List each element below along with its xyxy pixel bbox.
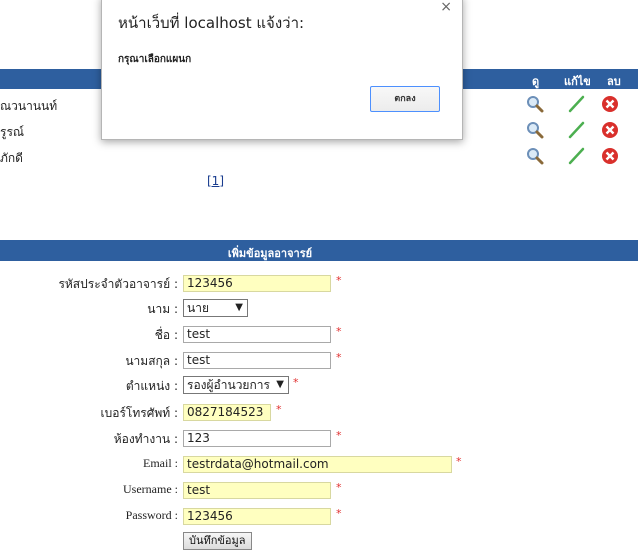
column-delete: ลบ bbox=[607, 75, 621, 88]
pagination-link[interactable]: [1] bbox=[207, 174, 224, 188]
teacher-id-input[interactable]: 123456 bbox=[183, 275, 331, 292]
username-label: Username : bbox=[123, 482, 178, 496]
close-icon[interactable]: × bbox=[440, 0, 452, 15]
required-mark: * bbox=[336, 507, 342, 520]
required-mark: * bbox=[336, 429, 342, 442]
prefix-select[interactable]: นาย ▼ bbox=[183, 299, 248, 317]
required-mark: * bbox=[293, 376, 299, 389]
table-row: ภักดี bbox=[0, 143, 638, 169]
password-label: Password : bbox=[125, 508, 178, 522]
phone-input[interactable]: 0827184523 bbox=[183, 404, 271, 421]
delete-x-icon[interactable] bbox=[601, 95, 619, 113]
last-name-label: นามสกุล : bbox=[125, 354, 178, 368]
magnifier-icon[interactable] bbox=[526, 95, 544, 113]
email-label: Email : bbox=[143, 456, 178, 470]
delete-x-icon[interactable] bbox=[601, 147, 619, 165]
password-input[interactable]: 123456 bbox=[183, 508, 331, 525]
room-label: ห้องทำงาน : bbox=[113, 432, 178, 446]
dropdown-arrow-icon: ▼ bbox=[276, 379, 284, 390]
ok-button[interactable]: ตกลง bbox=[370, 86, 440, 112]
form-title: เพิ่มข้อมูลอาจารย์ bbox=[227, 247, 313, 260]
row-name: ณวนานนท์ bbox=[0, 99, 58, 113]
first-name-label: ชื่อ : bbox=[154, 328, 178, 342]
teacher-id-label: รหัสประจำตัวอาจารย์ : bbox=[58, 277, 178, 291]
required-mark: * bbox=[336, 325, 342, 338]
form-header-bar: เพิ่มข้อมูลอาจารย์ bbox=[0, 240, 638, 261]
room-input[interactable]: 123 bbox=[183, 430, 331, 447]
pencil-icon[interactable] bbox=[567, 121, 585, 139]
required-mark: * bbox=[336, 481, 342, 494]
dialog-message: กรุณาเลือกแผนก bbox=[118, 54, 192, 65]
required-mark: * bbox=[336, 351, 342, 364]
magnifier-icon[interactable] bbox=[526, 121, 544, 139]
required-mark: * bbox=[456, 455, 462, 468]
column-edit: แก้ไข bbox=[564, 75, 591, 88]
dialog-title: หน้าเว็บที่ localhost แจ้งว่า: bbox=[118, 14, 305, 32]
last-name-input[interactable]: test bbox=[183, 352, 331, 369]
pencil-icon[interactable] bbox=[567, 95, 585, 113]
dropdown-arrow-icon: ▼ bbox=[235, 302, 243, 313]
position-label: ตำแหน่ง : bbox=[125, 379, 178, 393]
row-name: รูรณ์ bbox=[0, 125, 25, 139]
phone-label: เบอร์โทรศัพท์ : bbox=[100, 406, 178, 420]
column-view: ดู bbox=[532, 75, 540, 88]
first-name-input[interactable]: test bbox=[183, 326, 331, 343]
required-mark: * bbox=[336, 274, 342, 287]
pencil-icon[interactable] bbox=[567, 147, 585, 165]
email-input[interactable]: testrdata@hotmail.com bbox=[183, 456, 452, 473]
username-input[interactable]: test bbox=[183, 482, 331, 499]
magnifier-icon[interactable] bbox=[526, 147, 544, 165]
delete-x-icon[interactable] bbox=[601, 121, 619, 139]
position-select[interactable]: รองผู้อำนวยการ ▼ bbox=[183, 376, 289, 394]
required-mark: * bbox=[276, 403, 282, 416]
row-name: ภักดี bbox=[0, 151, 23, 165]
prefix-selected: นาย bbox=[187, 301, 209, 315]
position-selected: รองผู้อำนวยการ bbox=[187, 378, 270, 392]
save-button[interactable]: บันทึกข้อมูล bbox=[183, 532, 252, 550]
alert-dialog: หน้าเว็บที่ localhost แจ้งว่า: × กรุณาเล… bbox=[101, 0, 463, 140]
prefix-label: นาม : bbox=[147, 302, 178, 316]
